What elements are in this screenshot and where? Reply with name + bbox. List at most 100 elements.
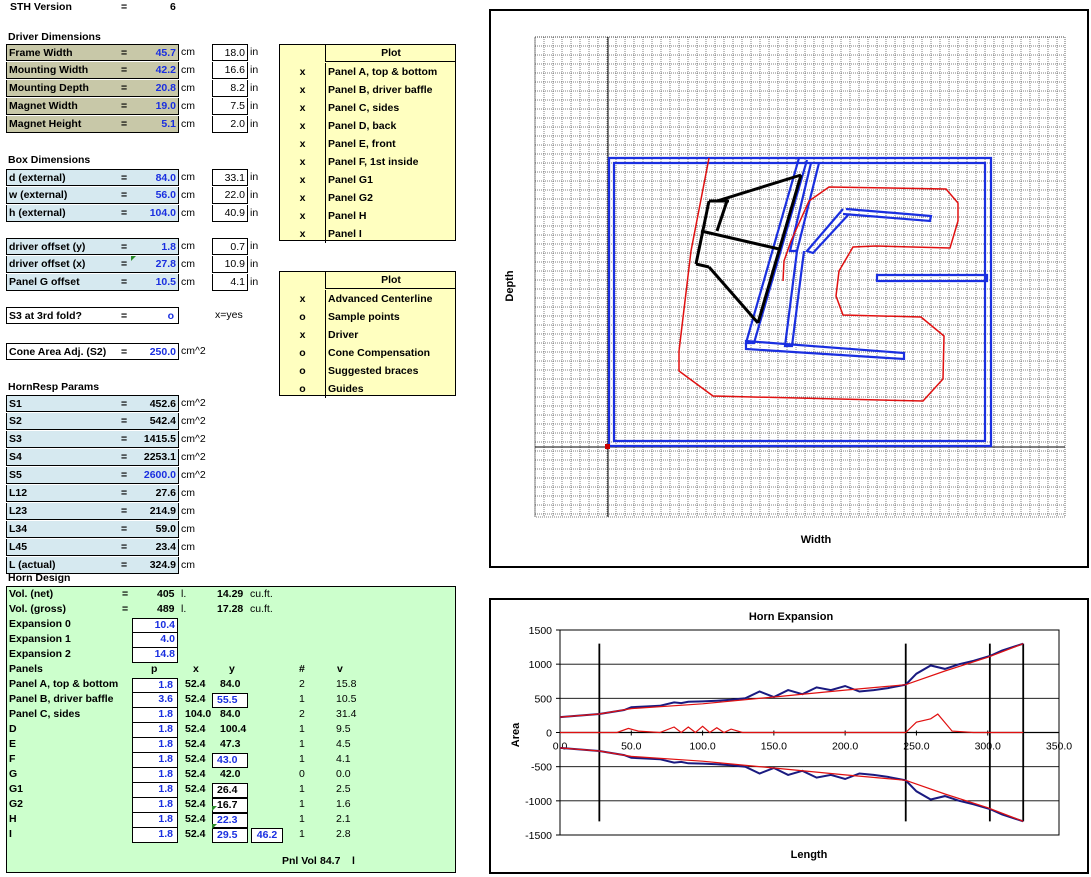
- s3fold-value[interactable]: o: [168, 308, 174, 325]
- plot-toggle[interactable]: o: [280, 362, 325, 380]
- panel-n: 2: [299, 678, 305, 690]
- panel-y[interactable]: 43.0: [212, 753, 248, 768]
- panel-p[interactable]: 1.8: [132, 798, 178, 813]
- dim-in-value: 0.7: [212, 238, 248, 255]
- plot-toggle[interactable]: x: [280, 326, 325, 344]
- panel-y[interactable]: 29.5: [212, 828, 248, 843]
- plot-toggle[interactable]: x: [280, 225, 325, 243]
- plot-toggle[interactable]: x: [280, 153, 325, 171]
- hornresp-eq: =: [121, 398, 128, 410]
- panels-header: Panels: [9, 663, 43, 675]
- expansion-value[interactable]: 10.4: [132, 618, 178, 633]
- dim-row: Magnet Height = 5.1: [6, 116, 179, 133]
- panel-y: 100.4: [220, 723, 247, 735]
- panel-name: E: [9, 738, 17, 750]
- pnlvol-label: Pnl Vol: [282, 855, 317, 867]
- dim-label: Mounting Width: [9, 64, 89, 76]
- comment-marker: [212, 806, 217, 811]
- panel-p[interactable]: 1.8: [132, 753, 178, 768]
- hornresp-unit: cm: [181, 541, 195, 553]
- layout-chart-frame: Width Depth: [489, 9, 1089, 568]
- s3fold-hint: x=yes: [215, 309, 243, 321]
- hornresp-label: L12: [9, 487, 28, 499]
- dim-in-value: 8.2: [212, 80, 248, 97]
- panel-y[interactable]: 55.5: [212, 693, 248, 708]
- dim-eq: =: [121, 207, 128, 219]
- expansion-value[interactable]: 4.0: [132, 633, 178, 648]
- sth-value[interactable]: 6: [170, 1, 176, 13]
- hornresp-unit: cm^2: [181, 415, 206, 427]
- dim-cm-value[interactable]: 45.7: [156, 45, 176, 62]
- dim-cm-value[interactable]: 104.0: [150, 205, 176, 222]
- dim-unit-cm: cm: [181, 171, 195, 183]
- panel-y[interactable]: 22.3: [212, 813, 248, 828]
- cone-value[interactable]: 250.0: [150, 344, 176, 361]
- comment-marker: [131, 256, 136, 261]
- plot-toggle[interactable]: x: [280, 207, 325, 225]
- panel-n: 1: [299, 798, 305, 810]
- y-tick-label: 0: [546, 728, 552, 740]
- dim-cm-value[interactable]: 5.1: [161, 116, 176, 133]
- panel-p[interactable]: 1.8: [132, 768, 178, 783]
- dim-cm-value[interactable]: 42.2: [156, 62, 176, 79]
- hornresp-title: HornResp Params: [8, 381, 100, 393]
- vol-gross-value: 489: [157, 603, 175, 615]
- expansion-value[interactable]: 14.8: [132, 648, 178, 663]
- vol-net-unit2: cu.ft.: [250, 588, 273, 600]
- dim-row: Mounting Width = 42.2: [6, 62, 179, 79]
- plot-toggle[interactable]: x: [280, 135, 325, 153]
- x-tick-label: 350.0: [1046, 741, 1072, 753]
- y-axis-label: Depth: [504, 270, 516, 301]
- dim-cm-value[interactable]: 20.8: [156, 80, 176, 97]
- panel-n: 1: [299, 828, 305, 840]
- panel-p[interactable]: 1.8: [132, 828, 178, 843]
- dim-cm-value[interactable]: 1.8: [161, 239, 176, 256]
- vol-net-unit: l.: [181, 588, 187, 600]
- plot-toggle[interactable]: o: [280, 344, 325, 362]
- plot-toggle[interactable]: x: [280, 81, 325, 99]
- panel-p[interactable]: 1.8: [132, 813, 178, 828]
- dim-cm-value[interactable]: 84.0: [156, 170, 176, 187]
- panel-y2[interactable]: 46.2: [251, 828, 283, 843]
- hornresp-unit: cm: [181, 559, 195, 571]
- hornresp-row: S2 = 542.4: [6, 413, 179, 430]
- plot-toggle[interactable]: x: [280, 171, 325, 189]
- dim-cm-value[interactable]: 27.8: [156, 256, 176, 273]
- dim-unit-in: in: [250, 46, 259, 58]
- hornresp-eq: =: [121, 505, 128, 517]
- dim-cm-value[interactable]: 10.5: [156, 274, 176, 291]
- plot-toggle[interactable]: x: [280, 189, 325, 207]
- panel-x: 52.4: [185, 813, 206, 825]
- dim-row: driver offset (x) = 27.8: [6, 256, 179, 273]
- panel-y[interactable]: 26.4: [212, 783, 248, 798]
- plot-toggle[interactable]: x: [280, 63, 325, 81]
- dim-label: h (external): [9, 207, 66, 219]
- dim-unit-cm: cm: [181, 276, 195, 288]
- panel-p[interactable]: 1.8: [132, 708, 178, 723]
- plot-toggle[interactable]: x: [280, 117, 325, 135]
- dim-cm-value[interactable]: 56.0: [156, 187, 176, 204]
- panel-v: 2.8: [336, 828, 351, 840]
- panel-p[interactable]: 1.8: [132, 783, 178, 798]
- dim-cm-value[interactable]: 19.0: [156, 98, 176, 115]
- hornresp-unit: cm: [181, 523, 195, 535]
- hornresp-row: L45 = 23.4: [6, 539, 179, 556]
- vol-gross-unit2: cu.ft.: [250, 603, 273, 615]
- plot-toggle[interactable]: o: [280, 380, 325, 398]
- plot-toggle[interactable]: x: [280, 290, 325, 308]
- hornresp-value: 452.6: [149, 398, 176, 410]
- plot-toggle[interactable]: x: [280, 99, 325, 117]
- panel-p[interactable]: 3.6: [132, 693, 178, 708]
- vol-gross-eq: =: [122, 603, 129, 615]
- panel-x: 52.4: [185, 783, 206, 795]
- panel-p[interactable]: 1.8: [132, 738, 178, 753]
- panel-y[interactable]: 16.7: [212, 798, 248, 813]
- hornresp-value: 59.0: [155, 523, 176, 535]
- plot-toggle[interactable]: o: [280, 308, 325, 326]
- y-axis-label: Area: [510, 722, 522, 747]
- panel-p[interactable]: 1.8: [132, 723, 178, 738]
- panel-p[interactable]: 1.8: [132, 678, 178, 693]
- hornresp-row: L23 = 214.9: [6, 503, 179, 520]
- hornresp-value[interactable]: 2600.0: [144, 467, 176, 484]
- expansion-chart: Horn Expansion 1500 1000 500 0 -500 -1000 -1500…: [510, 611, 1072, 861]
